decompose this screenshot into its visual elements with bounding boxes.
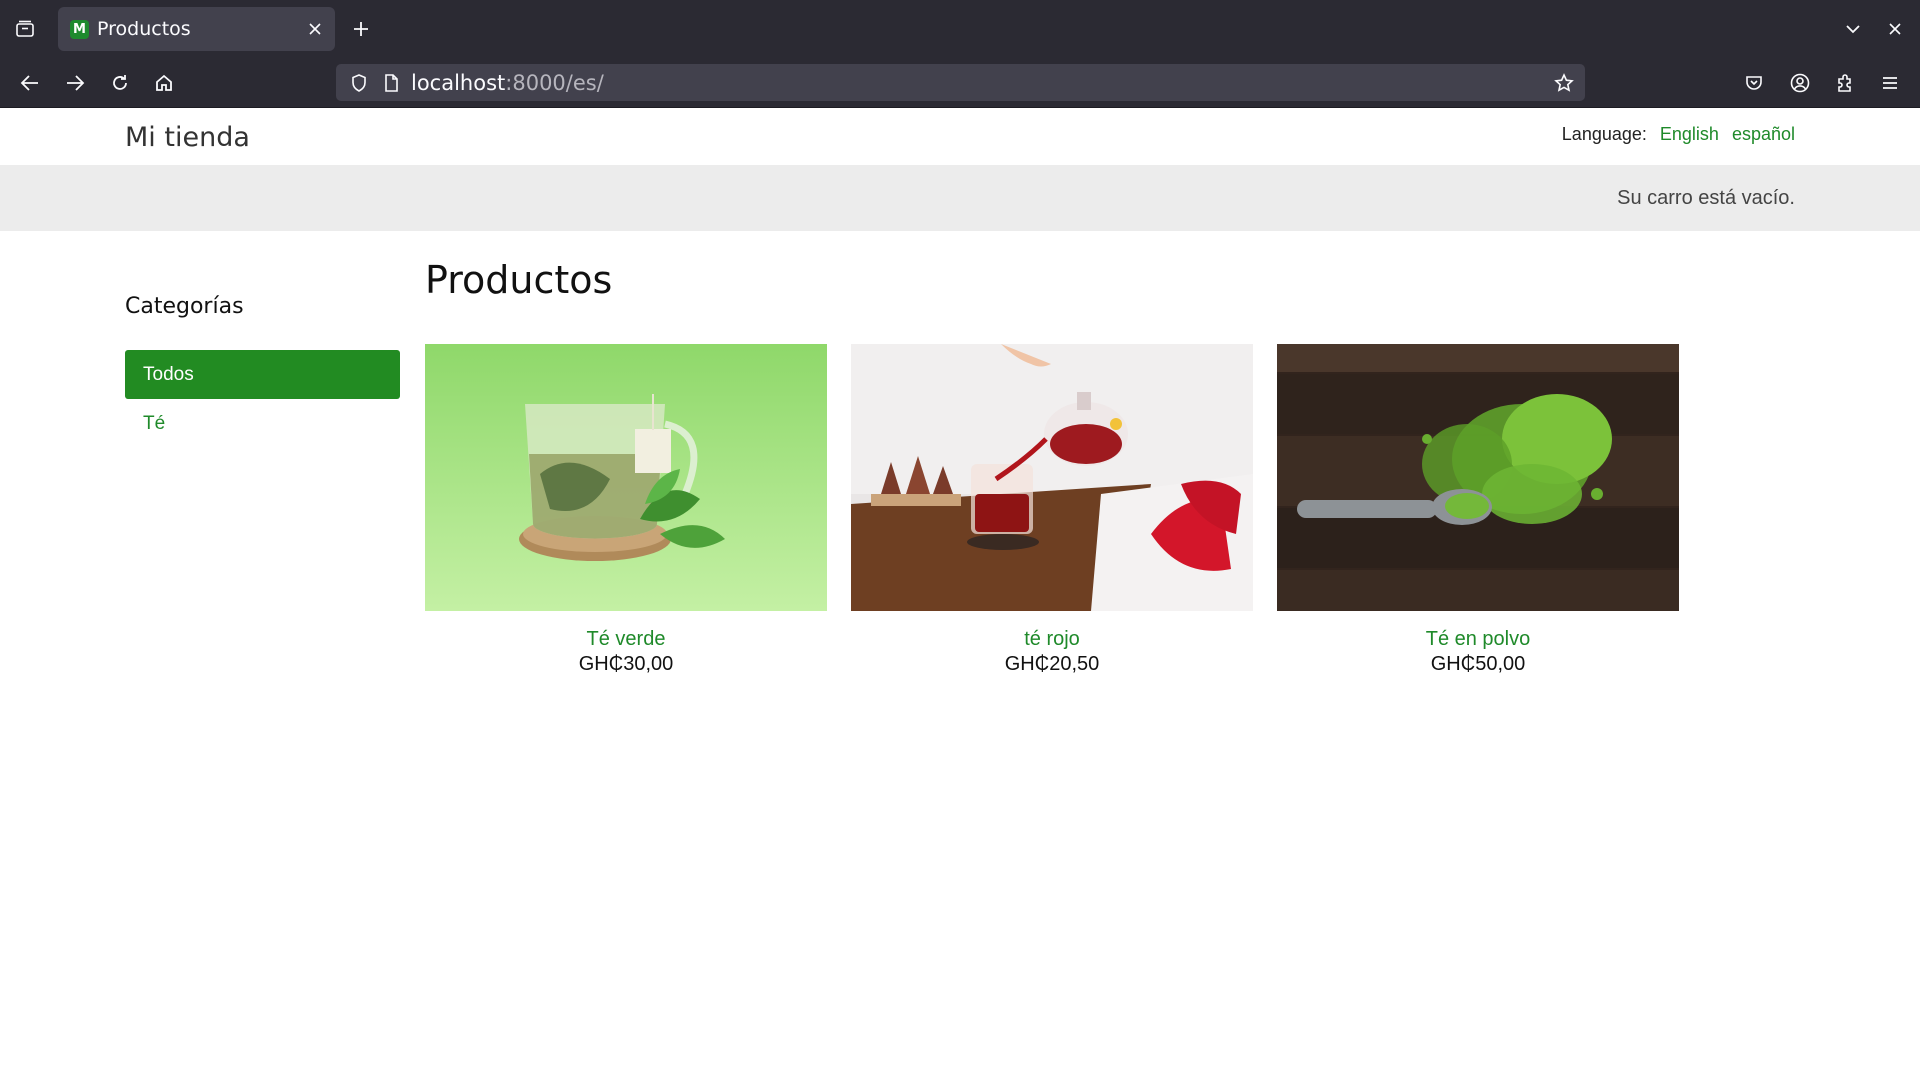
product-price: GH₵30,00 — [578, 653, 674, 675]
menu-icon[interactable] — [1874, 67, 1906, 99]
product-image-green-tea[interactable] — [425, 344, 827, 611]
product-price: GH₵20,50 — [1004, 653, 1100, 675]
home-icon[interactable] — [148, 67, 180, 99]
page-title: Productos — [425, 258, 613, 302]
product-price: GH₵50,00 — [1430, 653, 1526, 675]
category-sidebar: Categorías Todos Té — [125, 294, 400, 448]
language-label: Language: — [1561, 124, 1647, 144]
sidebar-title: Categorías — [125, 294, 244, 319]
site-header: Mi tienda Language: English español — [0, 108, 1920, 165]
close-icon[interactable] — [303, 17, 327, 41]
tab-title: Productos — [97, 18, 191, 40]
category-item-te[interactable]: Té — [125, 399, 400, 448]
back-arrow-icon[interactable] — [14, 67, 46, 99]
language-switcher: Language: English español — [1562, 124, 1795, 145]
browser-tab-bar: M Productos — [0, 0, 1920, 57]
browser-nav-bar: localhost:8000/es/ — [0, 57, 1920, 108]
extensions-icon[interactable] — [1829, 67, 1861, 99]
product-card: Té en polvo GH₵50,00 — [1277, 344, 1679, 676]
page-viewport: Mi tienda Language: English español Su c… — [0, 108, 1920, 1080]
category-item-todos[interactable]: Todos — [125, 350, 400, 399]
new-tab-icon[interactable] — [346, 14, 376, 44]
pocket-icon[interactable] — [1738, 67, 1770, 99]
product-card: té rojo GH₵20,50 — [851, 344, 1253, 676]
language-option-espanol[interactable]: español — [1732, 124, 1795, 145]
url-text[interactable]: localhost:8000/es/ — [411, 64, 604, 101]
product-image-red-tea[interactable] — [851, 344, 1253, 611]
cart-bar: Su carro está vacío. — [0, 165, 1920, 231]
product-name[interactable]: Té en polvo — [1277, 628, 1679, 651]
page-icon — [378, 70, 404, 96]
cart-status: Su carro está vacío. — [1617, 187, 1795, 209]
account-icon[interactable] — [1784, 67, 1816, 99]
favicon-icon: M — [70, 19, 89, 39]
reload-icon[interactable] — [104, 67, 136, 99]
product-card: Té verde GH₵30,00 — [425, 344, 827, 676]
url-bar[interactable]: localhost:8000/es/ — [336, 64, 1585, 101]
category-list: Todos Té — [125, 350, 400, 448]
site-logo[interactable]: Mi tienda — [125, 122, 250, 153]
window-close-icon[interactable] — [1880, 14, 1910, 44]
forward-arrow-icon[interactable] — [59, 67, 91, 99]
product-image-tea-powder[interactable] — [1277, 344, 1679, 611]
shield-icon[interactable] — [346, 70, 372, 96]
tab-list-icon[interactable] — [10, 14, 40, 44]
language-option-english[interactable]: English — [1660, 124, 1719, 145]
bookmark-star-icon[interactable] — [1550, 69, 1578, 97]
tabs-overflow-chevron-icon[interactable] — [1838, 14, 1868, 44]
product-name[interactable]: té rojo — [851, 628, 1253, 651]
browser-tab-active[interactable]: M Productos — [58, 7, 335, 51]
url-host: localhost — [411, 70, 506, 95]
url-path: :8000/es/ — [505, 70, 604, 95]
product-name[interactable]: Té verde — [425, 628, 827, 651]
